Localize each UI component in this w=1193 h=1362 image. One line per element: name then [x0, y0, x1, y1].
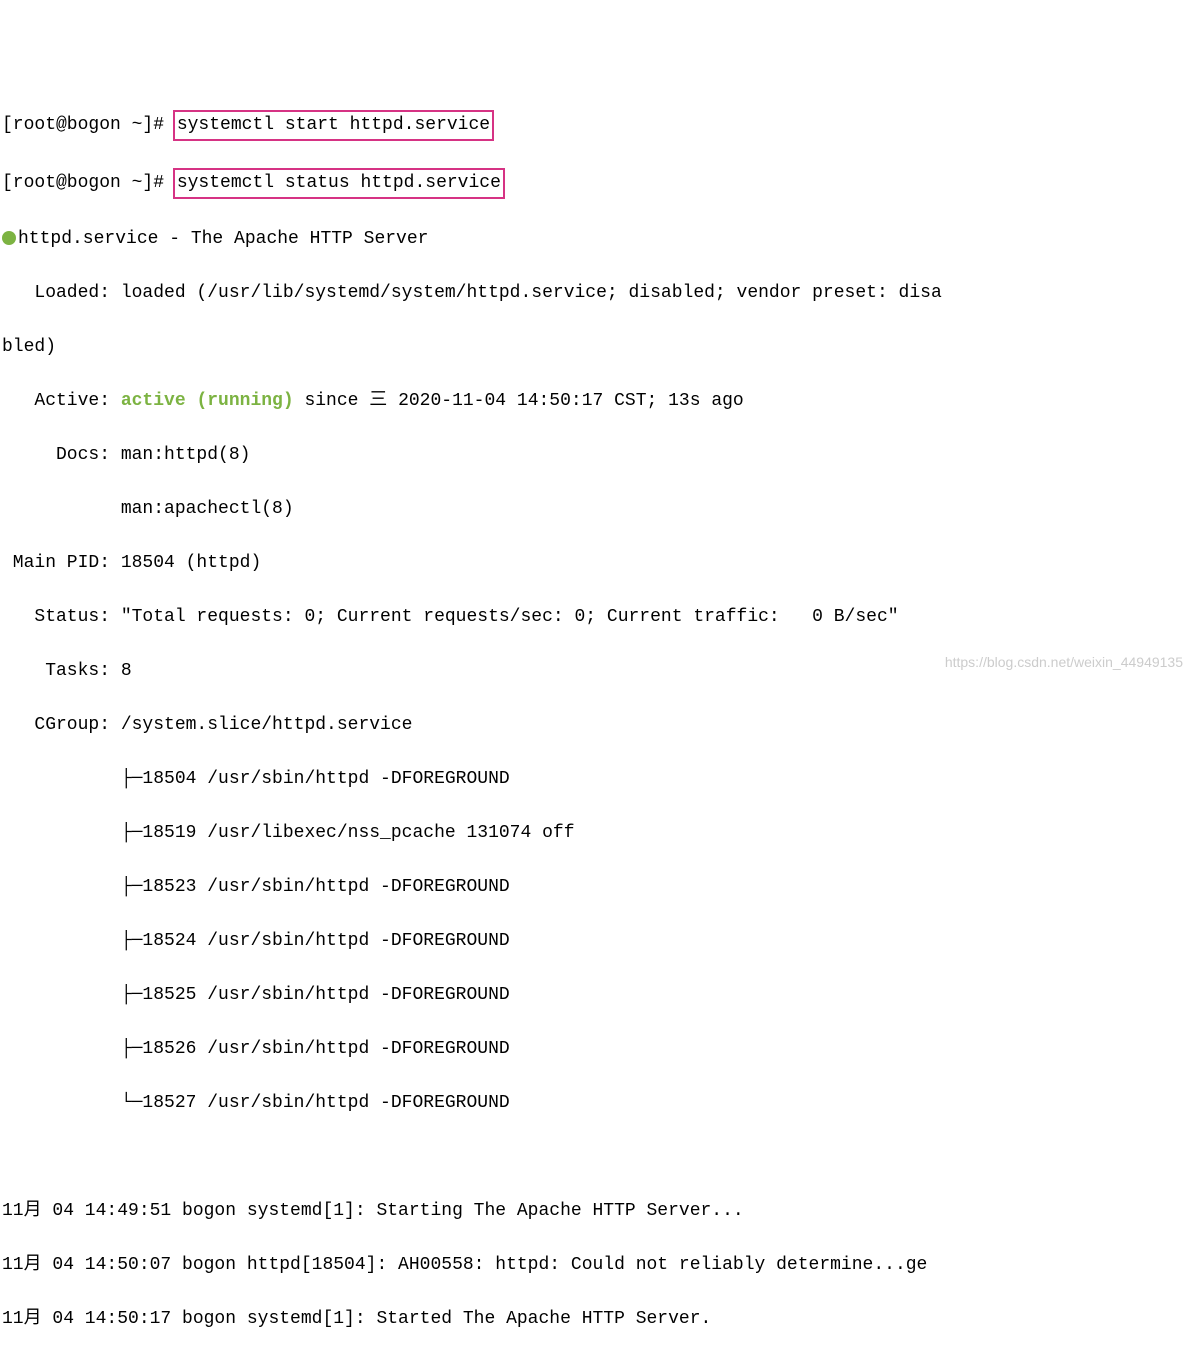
main-pid-line: Main PID: 18504 (httpd) — [2, 550, 1191, 577]
hint-line: Hint: Some lines were ellipsized, use -l… — [2, 1360, 1191, 1362]
status-line: Status: "Total requests: 0; Current requ… — [2, 604, 1191, 631]
prompt-line-1: [root@bogon ~]# systemctl start httpd.se… — [2, 110, 1191, 141]
docs-line-1: Docs: man:httpd(8) — [2, 442, 1191, 469]
process-line: ├─18523 /usr/sbin/httpd -DFOREGROUND — [2, 874, 1191, 901]
active-suffix: since 三 2020-11-04 14:50:17 CST; 13s ago — [294, 391, 744, 411]
process-line: ├─18526 /usr/sbin/httpd -DFOREGROUND — [2, 1036, 1191, 1063]
active-line: Active: active (running) since 三 2020-11… — [2, 388, 1191, 415]
log-line: 11月 04 14:50:17 bogon systemd[1]: Starte… — [2, 1306, 1191, 1333]
command-1[interactable]: systemctl start httpd.service — [177, 115, 490, 135]
service-title-line: httpd.service - The Apache HTTP Server — [2, 226, 1191, 253]
command-2[interactable]: systemctl status httpd.service — [177, 173, 501, 193]
command-highlight-box: systemctl status httpd.service — [173, 168, 505, 199]
process-line: └─18527 /usr/sbin/httpd -DFOREGROUND — [2, 1090, 1191, 1117]
loaded-line: Loaded: loaded (/usr/lib/systemd/system/… — [2, 280, 1191, 307]
shell-prompt: [root@bogon ~]# — [2, 115, 175, 135]
loaded-line-cont: bled) — [2, 334, 1191, 361]
active-status: active (running) — [121, 391, 294, 411]
process-line: ├─18525 /usr/sbin/httpd -DFOREGROUND — [2, 982, 1191, 1009]
command-highlight-box: systemctl start httpd.service — [173, 110, 494, 141]
process-line: ├─18524 /usr/sbin/httpd -DFOREGROUND — [2, 928, 1191, 955]
process-line: ├─18519 /usr/libexec/nss_pcache 131074 o… — [2, 820, 1191, 847]
process-line: ├─18504 /usr/sbin/httpd -DFOREGROUND — [2, 766, 1191, 793]
status-dot-icon — [2, 231, 16, 245]
log-line: 11月 04 14:50:07 bogon httpd[18504]: AH00… — [2, 1252, 1191, 1279]
service-title: httpd.service - The Apache HTTP Server — [18, 229, 428, 249]
blank-line — [2, 1144, 1191, 1171]
watermark-text: https://blog.csdn.net/weixin_44949135 — [945, 652, 1183, 673]
shell-prompt: [root@bogon ~]# — [2, 173, 175, 193]
log-line: 11月 04 14:49:51 bogon systemd[1]: Starti… — [2, 1198, 1191, 1225]
cgroup-line: CGroup: /system.slice/httpd.service — [2, 712, 1191, 739]
docs-line-2: man:apachectl(8) — [2, 496, 1191, 523]
active-prefix: Active: — [2, 391, 121, 411]
prompt-line-2: [root@bogon ~]# systemctl status httpd.s… — [2, 168, 1191, 199]
